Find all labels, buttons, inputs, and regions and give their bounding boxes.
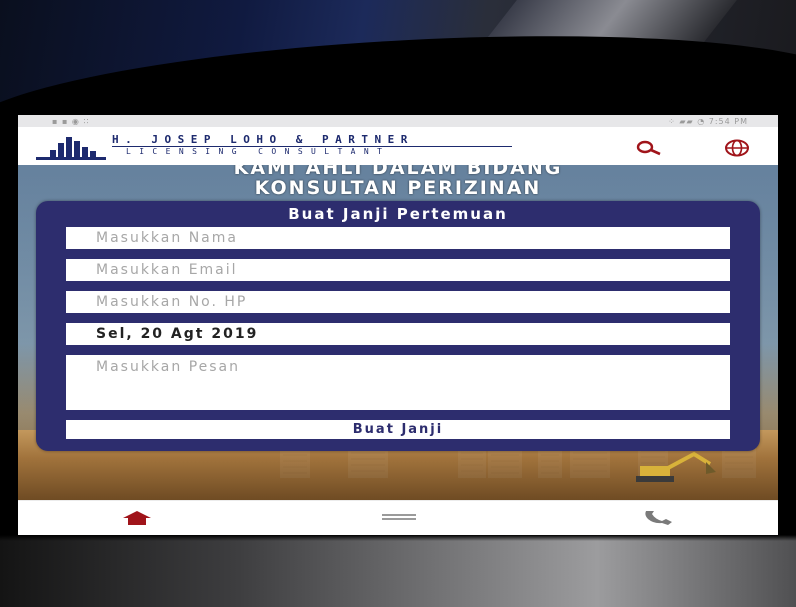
form-title: Buat Janji Pertemuan — [288, 205, 508, 223]
phone-input[interactable] — [66, 291, 730, 313]
brand-tagline: LICENSING CONSULTANT — [126, 147, 391, 156]
phone-icon[interactable] — [642, 509, 676, 527]
status-bar: ▪ ▪ ◉ ∶∶ ⁘ ▰▰ ◔ 7:54 PM — [18, 115, 778, 127]
app-header: H. JOSEP LOHO & PARTNER LICENSING CONSUL… — [18, 127, 778, 165]
name-input[interactable] — [66, 227, 730, 249]
status-left: ▪ ▪ ◉ ∶∶ — [52, 117, 90, 126]
bottom-navigation — [18, 500, 778, 535]
background-top — [0, 0, 796, 115]
menu-icon[interactable] — [382, 509, 416, 527]
background-bottom — [0, 535, 796, 607]
search-icon[interactable] — [636, 139, 662, 157]
email-input[interactable] — [66, 259, 730, 281]
home-icon[interactable] — [120, 509, 154, 527]
date-picker[interactable]: Sel, 20 Agt 2019 — [66, 323, 730, 345]
appointment-form: Buat Janji Pertemuan Sel, 20 Agt 2019 Bu… — [36, 201, 760, 451]
submit-appointment-button[interactable]: Buat Janji — [66, 420, 730, 439]
hero-title-line2: KONSULTAN PERIZINAN — [254, 177, 542, 199]
hero-section: KAMI AHLI DALAM BIDANG KONSULTAN PERIZIN… — [18, 153, 778, 500]
phone-screen: ▪ ▪ ◉ ∶∶ ⁘ ▰▰ ◔ 7:54 PM KAMI AHLI DALAM … — [18, 115, 778, 535]
message-textarea[interactable] — [66, 355, 730, 410]
status-right: ⁘ ▰▰ ◔ 7:54 PM — [668, 117, 748, 126]
globe-icon[interactable] — [724, 139, 750, 157]
brand-name: H. JOSEP LOHO & PARTNER — [112, 133, 414, 146]
skyline-logo-icon — [36, 137, 106, 160]
excavator-icon — [636, 451, 716, 482]
